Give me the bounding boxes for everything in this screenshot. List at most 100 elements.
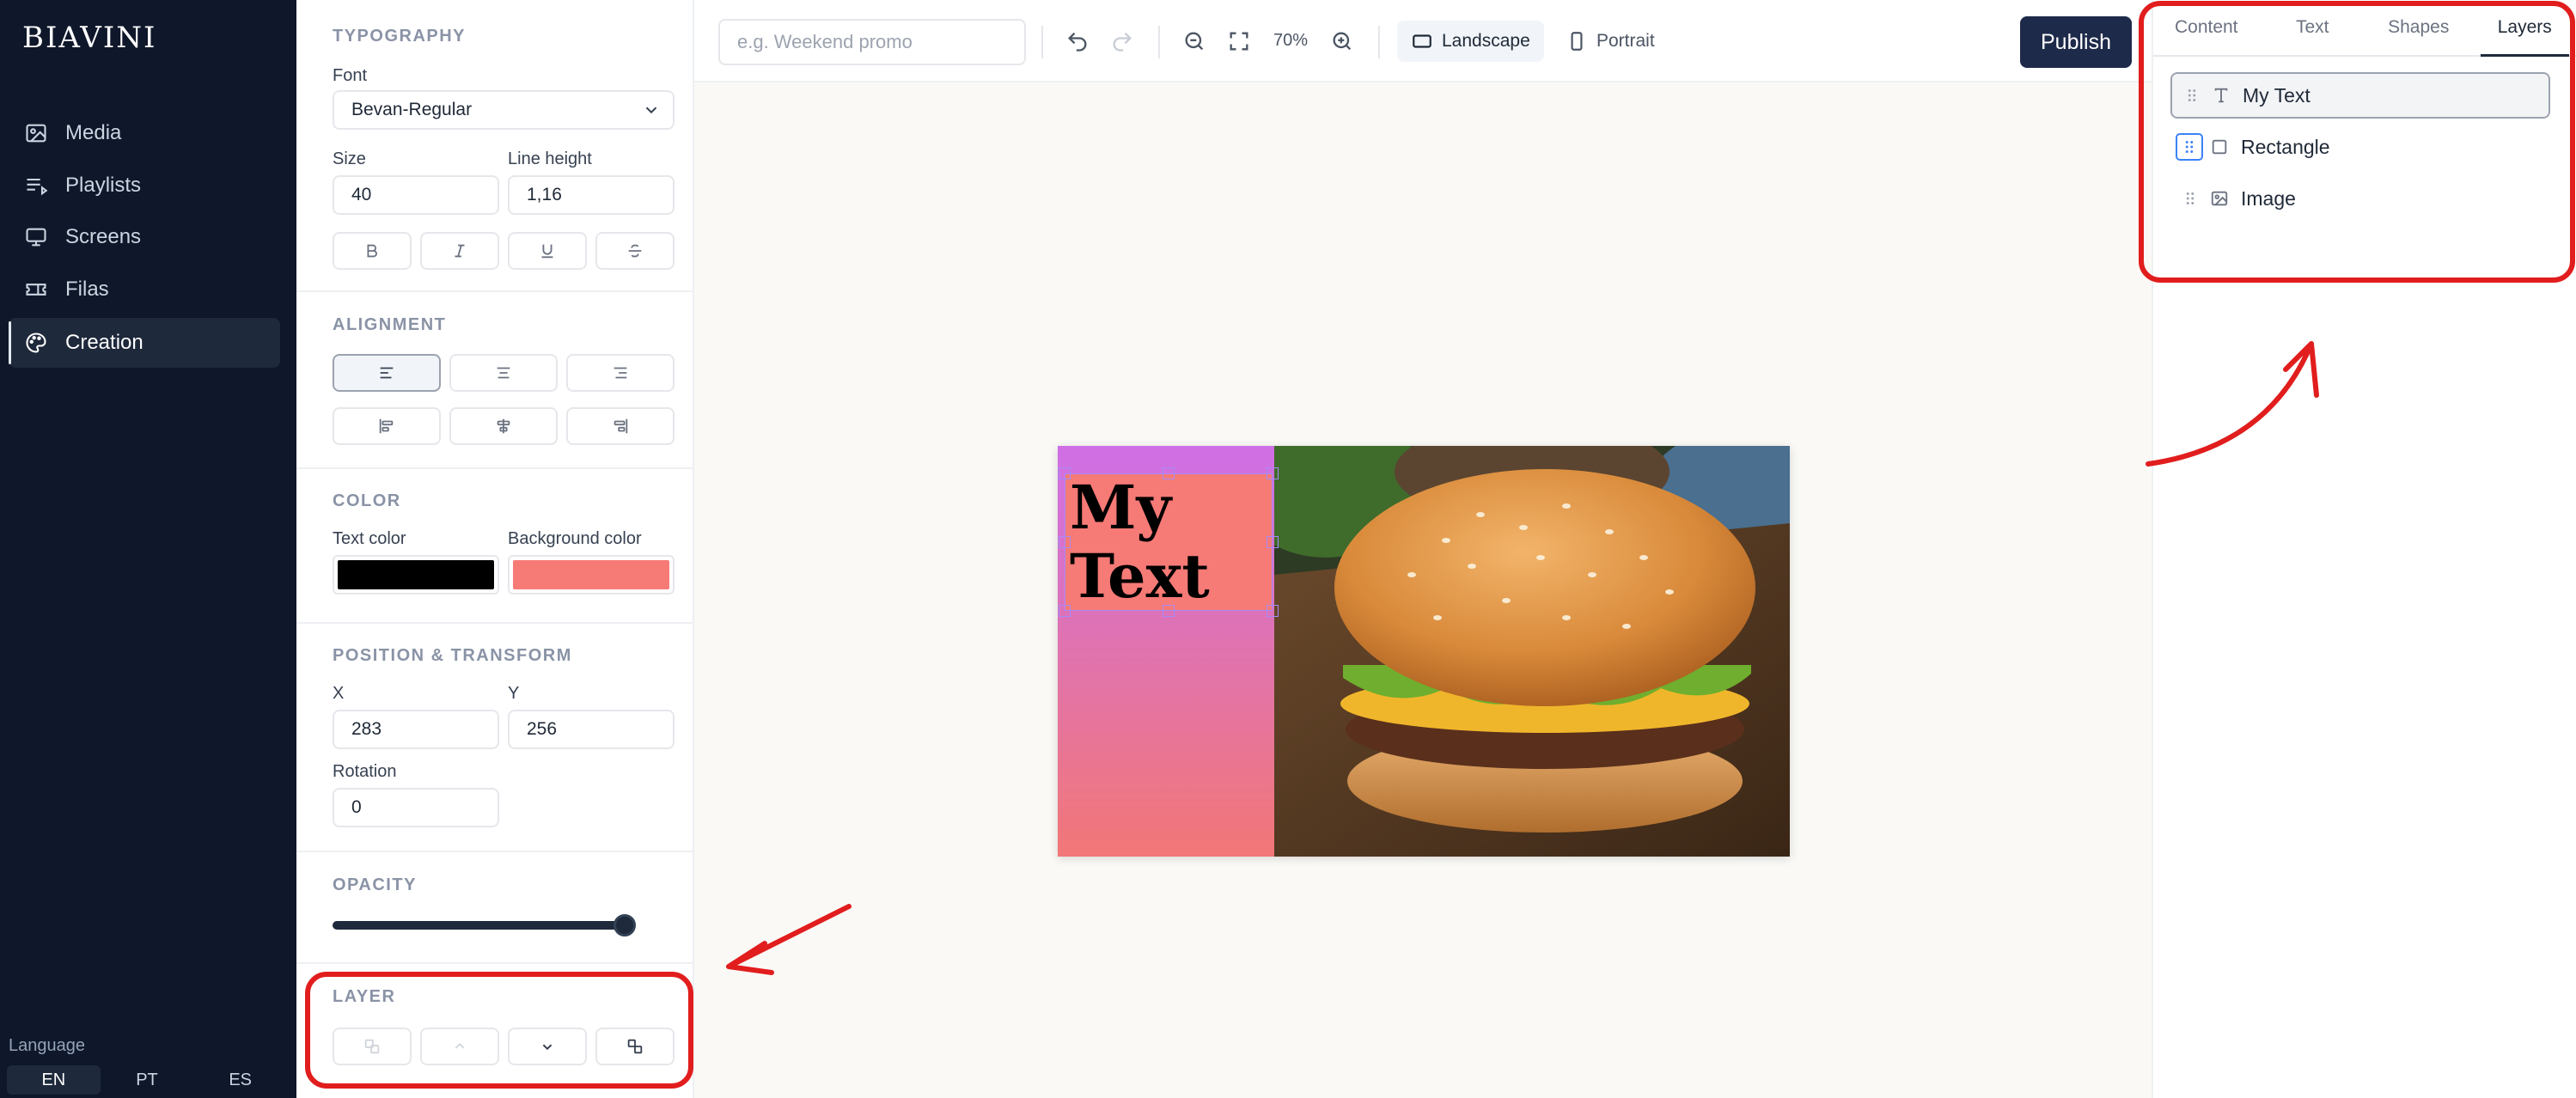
- landscape-button[interactable]: Landscape: [1397, 21, 1544, 62]
- publish-button[interactable]: Publish: [2020, 16, 2132, 68]
- language-pt-button[interactable]: PT: [101, 1065, 194, 1095]
- color-title: COLOR: [333, 491, 401, 510]
- tab-content[interactable]: Content: [2153, 0, 2260, 55]
- align-center-button[interactable]: [449, 354, 558, 392]
- chevron-down-icon: [542, 1044, 552, 1051]
- rotation-input[interactable]: 0: [333, 788, 499, 827]
- align-left-button[interactable]: [333, 354, 441, 392]
- layer-item-rectangle[interactable]: Rectangle: [2170, 124, 2550, 170]
- alignment-section: ALIGNMENT: [296, 292, 694, 469]
- bring-to-front-button[interactable]: [333, 1028, 412, 1065]
- align-right-icon: [613, 367, 627, 379]
- palette-icon: [26, 332, 46, 353]
- opacity-title: OPACITY: [333, 875, 417, 894]
- bold-button[interactable]: [333, 232, 412, 270]
- font-select-value: Bevan-Regular: [351, 100, 473, 119]
- align-object-center-button[interactable]: [449, 407, 558, 445]
- strikethrough-button[interactable]: [595, 232, 675, 270]
- rotation-label: Rotation: [333, 762, 397, 781]
- opacity-section: OPACITY: [296, 852, 694, 964]
- move-up-button[interactable]: [420, 1028, 499, 1065]
- redo-icon[interactable]: [1110, 29, 1134, 53]
- resize-handle[interactable]: [1267, 467, 1279, 479]
- align-right-button[interactable]: [566, 354, 675, 392]
- undo-icon[interactable]: [1065, 29, 1090, 53]
- sidebar-item-creation[interactable]: Creation: [9, 318, 280, 368]
- y-input[interactable]: 256: [508, 710, 675, 749]
- landscape-label: Landscape: [1442, 31, 1530, 51]
- background-color-picker[interactable]: [508, 555, 675, 595]
- italic-button[interactable]: [420, 232, 499, 270]
- drag-handle-icon[interactable]: [2176, 133, 2203, 161]
- tab-layers[interactable]: Layers: [2472, 0, 2576, 57]
- sidebar-item-media[interactable]: Media: [9, 108, 280, 158]
- sidebar: BIAVINI Media Playlists Screens Filas Cr…: [0, 0, 296, 1098]
- toolbar-divider: [1378, 26, 1380, 58]
- layer-item-my-text[interactable]: My Text: [2170, 72, 2550, 119]
- zoom-in-icon[interactable]: [1330, 29, 1354, 53]
- sidebar-item-label: Playlists: [65, 174, 142, 197]
- resize-handle[interactable]: [1163, 467, 1175, 479]
- align-object-center-icon: [497, 418, 510, 434]
- text-icon: [2214, 88, 2228, 103]
- chevron-up-icon: [455, 1042, 465, 1049]
- opacity-slider[interactable]: [333, 921, 625, 930]
- language-en-button[interactable]: EN: [7, 1065, 101, 1095]
- strikethrough-icon: [628, 244, 642, 258]
- move-down-button[interactable]: [508, 1028, 587, 1065]
- selection-box[interactable]: [1065, 473, 1273, 611]
- burger-image-layer[interactable]: [1274, 446, 1790, 857]
- resize-handle[interactable]: [1267, 536, 1279, 548]
- resize-handle[interactable]: [1163, 605, 1175, 617]
- text-color-picker[interactable]: [333, 555, 499, 595]
- background-color-label: Background color: [508, 529, 642, 548]
- position-title: POSITION & TRANSFORM: [333, 646, 572, 665]
- tab-text[interactable]: Text: [2260, 0, 2366, 55]
- image-icon: [26, 124, 46, 143]
- align-left-icon: [380, 367, 394, 379]
- language-es-button[interactable]: ES: [193, 1065, 287, 1095]
- italic-icon: [455, 244, 465, 258]
- typography-title: TYPOGRAPHY: [333, 27, 467, 46]
- line-height-label: Line height: [508, 149, 592, 168]
- zoom-out-icon[interactable]: [1182, 29, 1206, 53]
- line-height-input[interactable]: 1,16: [508, 175, 675, 215]
- layer-item-image[interactable]: Image: [2170, 175, 2550, 222]
- drag-handle-icon[interactable]: [2182, 86, 2201, 105]
- editor-toolbar: e.g. Weekend promo 70% Landscape Portrai…: [694, 0, 2152, 82]
- align-object-left-icon: [379, 418, 394, 434]
- resize-handle[interactable]: [1059, 605, 1071, 617]
- design-canvas[interactable]: My Text: [1058, 446, 1790, 857]
- align-object-left-button[interactable]: [333, 407, 441, 445]
- bold-icon: [367, 244, 377, 258]
- opacity-slider-thumb[interactable]: [613, 914, 636, 936]
- x-input[interactable]: 283: [333, 710, 499, 749]
- design-name-input[interactable]: e.g. Weekend promo: [718, 19, 1026, 65]
- chevron-down-icon: [645, 107, 657, 114]
- sidebar-item-playlists[interactable]: Playlists: [9, 161, 280, 210]
- toolbar-divider: [1041, 26, 1043, 58]
- image-icon: [2211, 191, 2228, 206]
- sidebar-item-label: Media: [65, 121, 122, 144]
- send-to-back-button[interactable]: [595, 1028, 675, 1065]
- sidebar-item-label: Filas: [65, 278, 109, 301]
- fit-screen-icon[interactable]: [1227, 29, 1251, 53]
- resize-handle[interactable]: [1059, 467, 1071, 479]
- tab-shapes[interactable]: Shapes: [2365, 0, 2472, 55]
- underline-button[interactable]: [508, 232, 587, 270]
- portrait-label: Portrait: [1596, 31, 1655, 51]
- properties-panel: TYPOGRAPHY Font Bevan-Regular Size 40 Li…: [296, 0, 694, 1098]
- align-object-right-button[interactable]: [566, 407, 675, 445]
- portrait-icon: [1571, 32, 1583, 51]
- layer-name: Rectangle: [2241, 135, 2330, 158]
- portrait-button[interactable]: Portrait: [1552, 21, 1669, 62]
- resize-handle[interactable]: [1059, 536, 1071, 548]
- font-select[interactable]: Bevan-Regular: [333, 90, 675, 130]
- resize-handle[interactable]: [1267, 605, 1279, 617]
- alignment-title: ALIGNMENT: [333, 315, 447, 334]
- sidebar-item-screens[interactable]: Screens: [9, 212, 280, 262]
- size-input[interactable]: 40: [333, 175, 499, 215]
- drag-handle-icon[interactable]: [2181, 189, 2200, 208]
- sidebar-item-filas[interactable]: Filas: [9, 265, 280, 314]
- ticket-icon: [26, 284, 46, 296]
